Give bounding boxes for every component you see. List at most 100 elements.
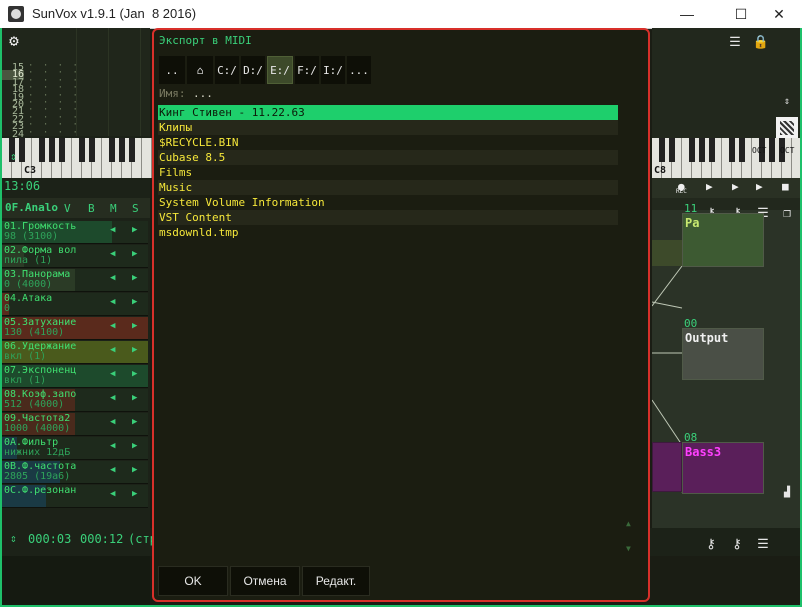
increase-arrow-icon[interactable]: ▶ [132,321,137,331]
piano-black-key[interactable] [659,138,665,162]
piano-black-key[interactable] [109,138,115,162]
piano-black-key[interactable] [19,138,25,162]
file-list-item[interactable]: VST Content [158,210,618,225]
module-bass3[interactable]: Bass3 [682,442,764,494]
close-button[interactable]: ✕ [756,0,802,28]
scroll-down-icon[interactable]: ▼ [626,544,631,553]
decrease-arrow-icon[interactable]: ◀ [110,225,115,235]
controller-row[interactable]: 05.Затухание 130 (4100) ◀ ▶ [2,317,148,340]
oct-down-button[interactable]: OCT [752,146,766,155]
key-plus-icon-2[interactable]: ⚷ [726,533,748,555]
controller-row[interactable]: 04.Атака 0 ◀ ▶ [2,293,148,316]
piano-black-key[interactable] [79,138,85,162]
edit-button[interactable]: Редакт. [302,566,370,596]
controller-row[interactable]: 07.Экспоненц вкл (1) ◀ ▶ [2,365,148,388]
controller-row[interactable]: 03.Панорама 0 (4000) ◀ ▶ [2,269,148,292]
menu-icon[interactable]: ⚙ [4,31,24,51]
increase-arrow-icon[interactable]: ▶ [132,249,137,259]
decrease-arrow-icon[interactable]: ◀ [110,393,115,403]
play-pattern-icon[interactable]: ▶ [706,180,713,193]
increase-arrow-icon[interactable]: ▶ [132,225,137,235]
increase-arrow-icon[interactable]: ▶ [132,393,137,403]
toolbar-button[interactable]: D:/ [241,56,265,84]
cancel-button[interactable]: Отмена [230,566,300,596]
toolbar-button[interactable]: E:/ [267,56,293,84]
piano-black-key[interactable] [129,138,135,162]
file-list-item[interactable]: $RECYCLE.BIN [158,135,618,150]
file-list-item[interactable]: Films [158,165,618,180]
increase-arrow-icon[interactable]: ▶ [132,369,137,379]
decrease-arrow-icon[interactable]: ◀ [110,441,115,451]
col-v[interactable]: V [64,202,71,215]
piano-keyboard[interactable]: C3 [2,138,152,178]
toolbar-button[interactable]: .. [159,56,185,84]
piano-black-key[interactable] [39,138,45,162]
increase-arrow-icon[interactable]: ▶ [132,345,137,355]
file-list-item[interactable]: Клипы [158,120,618,135]
increase-arrow-icon[interactable]: ▶ [132,297,137,307]
play-icon[interactable]: ▶ [732,180,739,193]
decrease-arrow-icon[interactable]: ◀ [110,297,115,307]
toolbar-button[interactable]: ... [347,56,371,84]
scroll-up-icon[interactable]: ▲ [626,519,631,528]
piano-white-key[interactable] [142,138,152,178]
piano-black-key[interactable] [739,138,745,162]
list-icon-2[interactable]: ☰ [752,533,774,555]
col-b[interactable]: B [88,202,95,215]
file-list-item[interactable]: Кинг Стивен - 11.22.63 [158,105,618,120]
decrease-arrow-icon[interactable]: ◀ [110,321,115,331]
increase-arrow-icon[interactable]: ▶ [132,489,137,499]
pattern-cells[interactable]: · · · · [28,128,80,138]
increase-arrow-icon[interactable]: ▶ [132,441,137,451]
decrease-arrow-icon[interactable]: ◀ [110,465,115,475]
controller-row[interactable]: 06.Удержание вкл (1) ◀ ▶ [2,341,148,364]
controller-row[interactable]: 08.Коэф.запо 512 (4000) ◀ ▶ [2,389,148,412]
piano-keyboard-right[interactable]: C8 [652,138,802,178]
piano-black-key[interactable] [669,138,675,162]
col-s[interactable]: S [132,202,139,215]
increase-arrow-icon[interactable]: ▶ [132,417,137,427]
file-list-item[interactable]: Cubase 8.5 [158,150,618,165]
stop-icon[interactable]: ■ [782,180,789,193]
ok-button[interactable]: OK [158,566,228,596]
stats-icon[interactable]: ▟ [776,481,798,503]
piano-black-key[interactable] [59,138,65,162]
piano-black-key[interactable] [689,138,695,162]
updown-icon[interactable]: ⇕ [10,532,17,545]
octave-arrows-icon[interactable]: ⇕ [10,150,17,163]
col-m[interactable]: M [110,202,117,215]
piano-black-key[interactable] [729,138,735,162]
controller-row[interactable]: 09.Частота2 1000 (4000) ◀ ▶ [2,413,148,436]
piano-black-key[interactable] [699,138,705,162]
toolbar-button[interactable]: C:/ [215,56,239,84]
controller-row[interactable]: 02.Форма вол пила (1) ◀ ▶ [2,245,148,268]
arrows-icon[interactable]: ⇕ [776,90,798,112]
controller-row[interactable]: 0A.Фильтр нижних 12дБ ◀ ▶ [2,437,148,460]
timeline-area[interactable] [2,556,150,605]
file-list[interactable]: Кинг Стивен - 11.22.63 Клипы $RECYCLE.BIN C… [158,105,618,240]
toolbar-button[interactable]: F:/ [295,56,319,84]
toolbar-button[interactable]: I:/ [321,56,345,84]
piano-black-key[interactable] [769,138,775,162]
file-list-item[interactable]: System Volume Information [158,195,618,210]
controller-row[interactable]: 0C.Ф.резонан ◀ ▶ [2,485,148,508]
decrease-arrow-icon[interactable]: ◀ [110,345,115,355]
controller-row[interactable]: 01.Громкость 98 (3100) ◀ ▶ [2,221,148,244]
piano-black-key[interactable] [709,138,715,162]
increase-arrow-icon[interactable]: ▶ [132,465,137,475]
file-list-item[interactable]: Music [158,180,618,195]
name-field[interactable]: ... [193,87,213,100]
controller-row[interactable]: 0B.Ф.частота 2805 (19a6) ◀ ▶ [2,461,148,484]
menu-lines-icon[interactable]: ☰ [724,31,746,53]
decrease-arrow-icon[interactable]: ◀ [110,417,115,427]
increase-arrow-icon[interactable]: ▶ [132,273,137,283]
play-from-icon[interactable]: ▶ [756,180,763,193]
decrease-arrow-icon[interactable]: ◀ [110,273,115,283]
module-pa[interactable]: Pa [682,213,764,267]
oct-up-button[interactable]: OCT [780,146,794,155]
lock-icon[interactable]: 🔒 [750,31,772,53]
qr-icon[interactable] [776,117,798,139]
piano-black-key[interactable] [119,138,125,162]
home-icon[interactable]: ⌂ [187,56,213,84]
piano-black-key[interactable] [49,138,55,162]
